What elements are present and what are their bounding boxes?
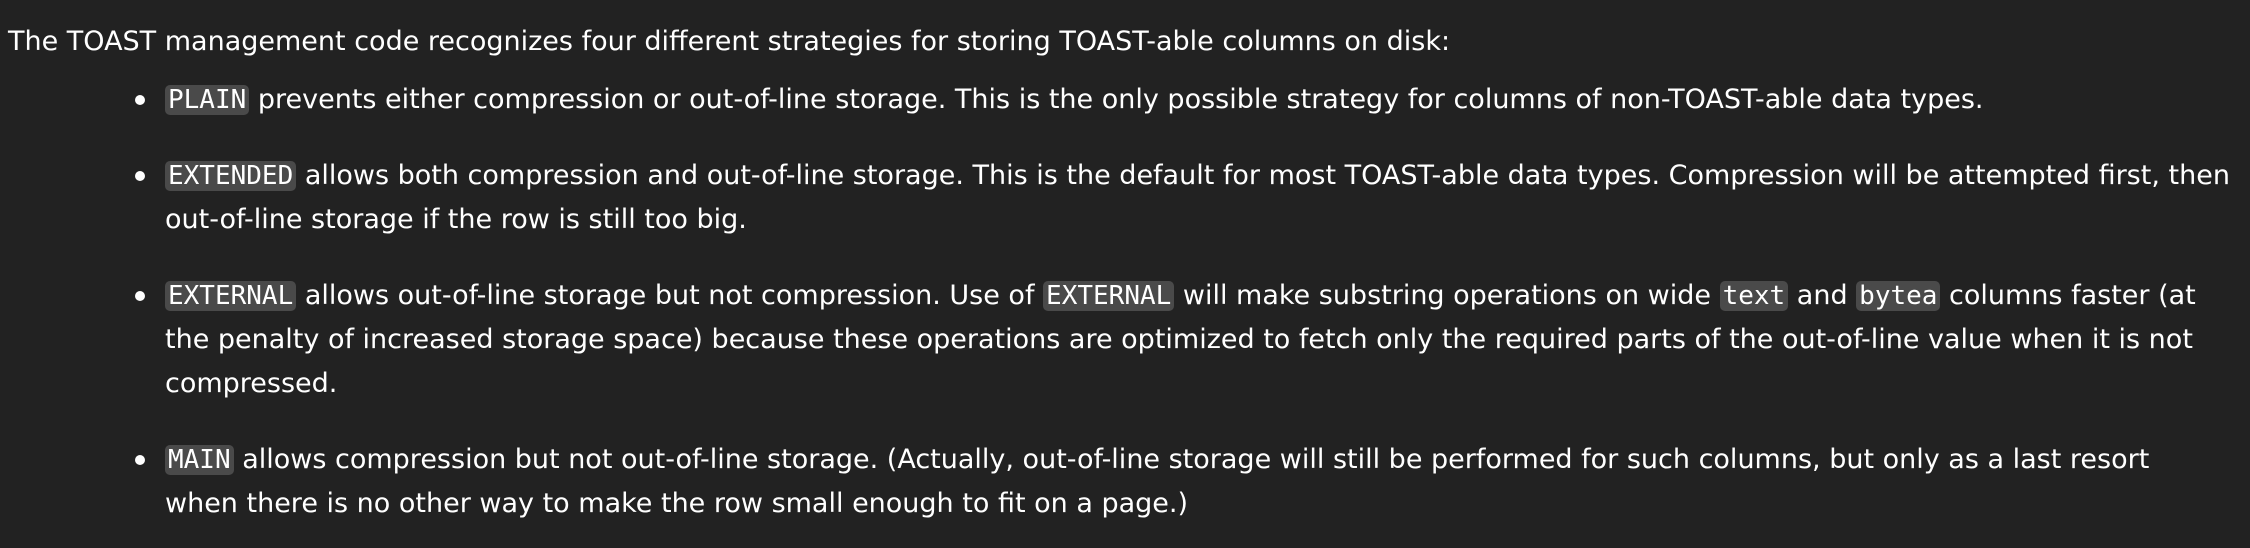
code-plain: PLAIN — [165, 85, 250, 115]
code-extended: EXTENDED — [165, 161, 297, 191]
code-text: text — [1719, 281, 1789, 311]
item-text: and — [1788, 280, 1857, 311]
bullet-icon — [135, 95, 145, 105]
item-text: will make substring operations on wide — [1174, 280, 1720, 311]
bullet-icon — [135, 455, 145, 465]
code-external-inline: EXTERNAL — [1043, 281, 1175, 311]
intro-paragraph: The TOAST management code recognizes fou… — [8, 26, 1451, 57]
code-external: EXTERNAL — [165, 281, 297, 311]
document-body: The TOAST management code recognizes fou… — [0, 0, 2250, 548]
list-item-external: EXTERNAL allows out-of-line storage but … — [135, 274, 2230, 406]
bullet-icon — [135, 291, 145, 301]
item-text: prevents either compression or out-of-li… — [249, 84, 1984, 115]
list-item-plain: PLAIN prevents either compression or out… — [135, 78, 2230, 122]
item-text: allows out-of-line storage but not compr… — [296, 280, 1044, 311]
bullet-icon — [135, 171, 145, 181]
list-item-extended: EXTENDED allows both compression and out… — [135, 154, 2230, 242]
item-text: allows compression but not out-of-line s… — [165, 444, 2150, 519]
item-text: allows both compression and out-of-line … — [165, 160, 2230, 235]
code-main: MAIN — [165, 445, 234, 475]
code-bytea: bytea — [1856, 281, 1941, 311]
strategy-list: PLAIN prevents either compression or out… — [8, 78, 2230, 526]
list-item-main: MAIN allows compression but not out-of-l… — [135, 438, 2230, 526]
